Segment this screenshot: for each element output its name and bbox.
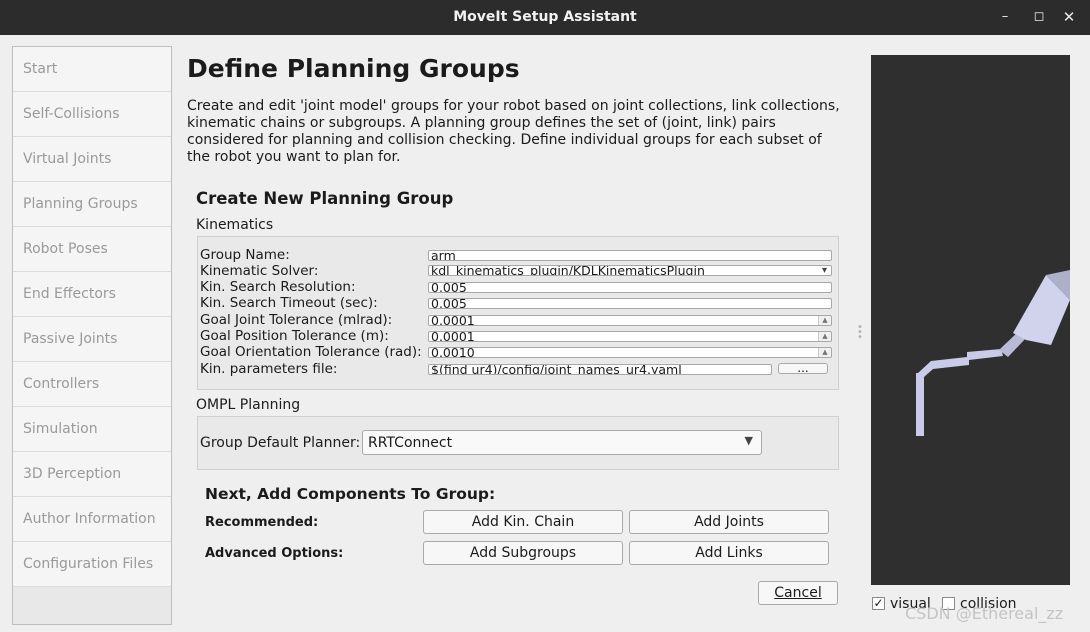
sidebar-item-label: Virtual Joints xyxy=(23,151,112,167)
goal-position-tolerance-spinbox[interactable]: 0.0001 ▲ xyxy=(428,331,832,342)
robot-3d-viewer[interactable] xyxy=(871,55,1070,585)
spin-arrows-icon[interactable]: ▲ xyxy=(818,348,831,357)
sidebar-nav: Start Self-Collisions Virtual Joints Pla… xyxy=(12,46,172,625)
watermark-text: CSDN @Ethereal_zz xyxy=(905,604,1064,623)
sidebar-item-start[interactable]: Start xyxy=(13,47,171,92)
minimize-icon[interactable]: – xyxy=(996,8,1014,26)
search-resolution-input[interactable]: 0.005 xyxy=(428,282,832,293)
sidebar-item-simulation[interactable]: Simulation xyxy=(13,407,171,452)
title-bar: MoveIt Setup Assistant – ◻ ✕ xyxy=(0,0,1090,35)
sidebar-item-label: End Effectors xyxy=(23,286,116,302)
search-resolution-label: Kin. Search Resolution: xyxy=(200,280,356,294)
create-group-heading: Create New Planning Group xyxy=(196,189,454,208)
sidebar-item-end-effectors[interactable]: End Effectors xyxy=(13,272,171,317)
sidebar-item-3d-perception[interactable]: 3D Perception xyxy=(13,452,171,497)
kin-parameters-file-input[interactable]: $(find ur4)/config/joint_names_ur4.yaml xyxy=(428,364,772,375)
goal-position-tolerance-label: Goal Position Tolerance (m): xyxy=(200,329,389,343)
goal-joint-tolerance-spinbox[interactable]: 0.0001 ▲ xyxy=(428,315,832,326)
sidebar-item-label: Author Information xyxy=(23,511,156,527)
sidebar-item-label: Simulation xyxy=(23,421,98,437)
sidebar-item-self-collisions[interactable]: Self-Collisions xyxy=(13,92,171,137)
add-kin-chain-button[interactable]: Add Kin. Chain xyxy=(423,510,623,534)
page-description: Create and edit 'joint model' groups for… xyxy=(187,98,840,165)
kinematic-solver-dropdown[interactable]: kdl_kinematics_plugin/KDLKinematicsPlugi… xyxy=(428,265,832,276)
group-name-label: Group Name: xyxy=(200,248,290,262)
default-planner-dropdown[interactable]: RRTConnect ▼ xyxy=(362,430,762,455)
add-subgroups-button[interactable]: Add Subgroups xyxy=(423,541,623,565)
sidebar-item-label: Configuration Files xyxy=(23,556,154,572)
default-planner-label: Group Default Planner: xyxy=(200,435,361,451)
sidebar-item-label: Controllers xyxy=(23,376,100,392)
search-timeout-input[interactable]: 0.005 xyxy=(428,298,832,309)
add-links-button[interactable]: Add Links xyxy=(629,541,829,565)
advanced-options-label: Advanced Options: xyxy=(205,546,344,561)
sidebar-item-robot-poses[interactable]: Robot Poses xyxy=(13,227,171,272)
search-timeout-label: Kin. Search Timeout (sec): xyxy=(200,296,378,310)
sidebar-item-label: Self-Collisions xyxy=(23,106,120,122)
splitter-handle[interactable]: • • • xyxy=(857,323,863,343)
robot-model-render xyxy=(916,270,1070,436)
visual-checkbox[interactable]: ✓ xyxy=(872,597,885,610)
recommended-label: Recommended: xyxy=(205,515,319,530)
add-joints-button[interactable]: Add Joints xyxy=(629,510,829,534)
spin-arrows-icon[interactable]: ▲ xyxy=(818,316,831,325)
kinematic-solver-value: kdl_kinematics_plugin/KDLKinematicsPlugi… xyxy=(431,265,705,276)
goal-position-tolerance-value: 0.0001 xyxy=(431,331,475,342)
kinematic-solver-label: Kinematic Solver: xyxy=(200,264,319,278)
goal-orientation-tolerance-value: 0.0010 xyxy=(431,347,475,358)
sidebar-item-label: Planning Groups xyxy=(23,196,138,212)
goal-orientation-tolerance-spinbox[interactable]: 0.0010 ▲ xyxy=(428,347,832,358)
kinematics-section-label: Kinematics xyxy=(196,217,274,233)
sidebar-item-controllers[interactable]: Controllers xyxy=(13,362,171,407)
goal-joint-tolerance-value: 0.0001 xyxy=(431,315,475,326)
sidebar-item-label: 3D Perception xyxy=(23,466,122,482)
add-components-heading: Next, Add Components To Group: xyxy=(205,485,496,503)
sidebar-item-virtual-joints[interactable]: Virtual Joints xyxy=(13,137,171,182)
default-planner-value: RRTConnect xyxy=(368,435,453,451)
kin-parameters-file-label: Kin. parameters file: xyxy=(200,362,338,376)
sidebar-item-author-information[interactable]: Author Information xyxy=(13,497,171,542)
sidebar-item-configuration-files[interactable]: Configuration Files xyxy=(13,542,171,587)
goal-orientation-tolerance-label: Goal Orientation Tolerance (rad): xyxy=(200,345,422,359)
sidebar-item-planning-groups[interactable]: Planning Groups xyxy=(13,182,171,227)
spin-arrows-icon[interactable]: ▲ xyxy=(818,332,831,341)
group-name-input[interactable]: arm xyxy=(428,250,832,261)
cancel-button[interactable]: Cancel xyxy=(758,581,838,605)
sidebar-item-label: Start xyxy=(23,61,58,77)
close-icon[interactable]: ✕ xyxy=(1060,8,1078,26)
sidebar-item-label: Robot Poses xyxy=(23,241,108,257)
sidebar-item-passive-joints[interactable]: Passive Joints xyxy=(13,317,171,362)
chevron-down-icon: ▼ xyxy=(744,434,753,447)
goal-joint-tolerance-label: Goal Joint Tolerance (mlrad): xyxy=(200,313,393,327)
ompl-section-label: OMPL Planning xyxy=(196,397,301,413)
maximize-icon[interactable]: ◻ xyxy=(1030,8,1048,26)
window-title: MoveIt Setup Assistant xyxy=(453,9,637,25)
sidebar-item-label: Passive Joints xyxy=(23,331,118,347)
page-title: Define Planning Groups xyxy=(187,54,520,83)
browse-button[interactable]: ... xyxy=(778,362,828,374)
